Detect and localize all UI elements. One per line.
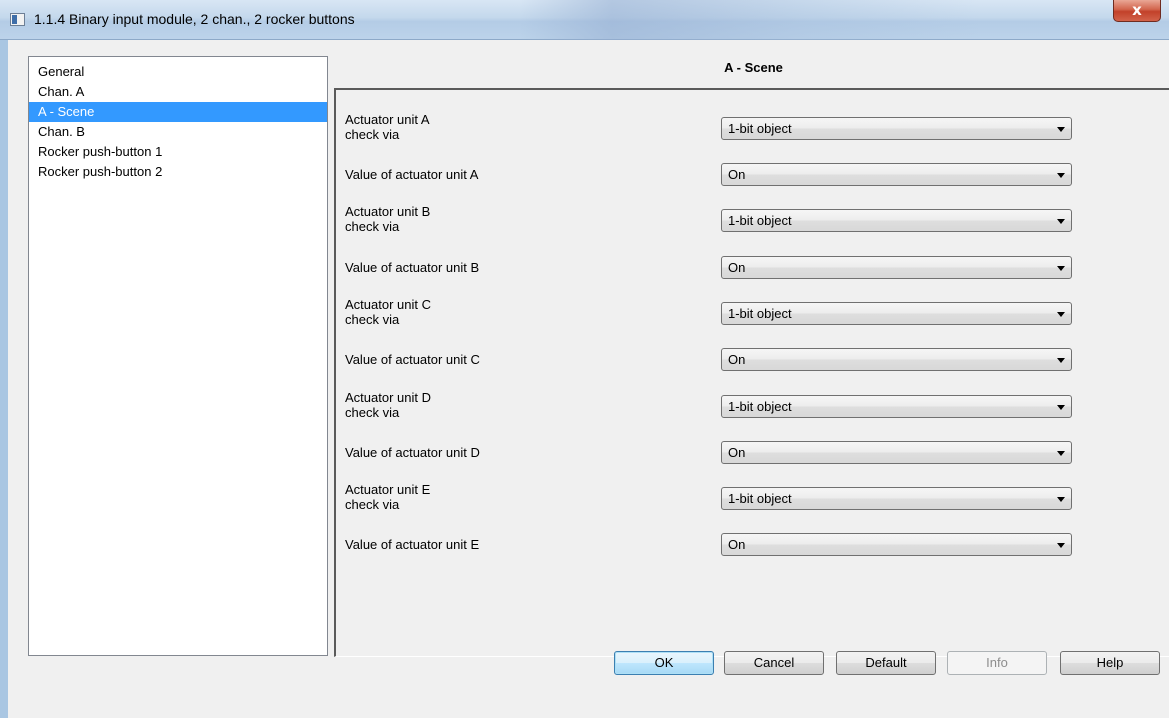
actuator-a-check-select[interactable]: 1-bit object (721, 117, 1072, 140)
param-label-line1: Value of actuator unit E (345, 537, 480, 552)
dropdown-arrow-icon (1057, 312, 1065, 317)
dropdown-arrow-icon (1057, 405, 1065, 410)
param-label: Actuator unit A check via (345, 112, 430, 142)
select-value: On (728, 260, 746, 275)
select-value: On (728, 167, 746, 182)
tree-item-chan-b[interactable]: Chan. B (29, 122, 327, 142)
param-label: Actuator unit E check via (345, 482, 430, 512)
select-value: On (728, 445, 746, 460)
param-label: Value of actuator unit E (345, 537, 479, 552)
ok-button[interactable]: OK (614, 651, 714, 675)
select-value: 1-bit object (728, 121, 792, 136)
param-label-line1: Value of actuator unit D (345, 445, 480, 460)
title-bar[interactable]: 1.1.4 Binary input module, 2 chan., 2 ro… (0, 0, 1169, 40)
select-value: 1-bit object (728, 306, 792, 321)
close-button[interactable]: x (1113, 0, 1161, 22)
actuator-d-check-select[interactable]: 1-bit object (721, 395, 1072, 418)
cancel-button[interactable]: Cancel (724, 651, 824, 675)
actuator-c-value-select[interactable]: On (721, 348, 1072, 371)
dialog-client-area: General Chan. A A - Scene Chan. B Rocker… (8, 40, 1169, 718)
tree-item-general[interactable]: General (29, 62, 327, 82)
param-label-line1: Actuator unit A (345, 112, 430, 127)
param-label-line2: check via (345, 312, 400, 327)
tree-item-rocker-push-button-1[interactable]: Rocker push-button 1 (29, 142, 327, 162)
dropdown-arrow-icon (1057, 358, 1065, 363)
tree-item-a-scene[interactable]: A - Scene (29, 102, 327, 122)
param-label-line2: check via (345, 127, 400, 142)
param-label-line2: check via (345, 405, 400, 420)
actuator-c-check-select[interactable]: 1-bit object (721, 302, 1072, 325)
param-label-line1: Actuator unit B (345, 204, 431, 219)
param-label-line2: check via (345, 219, 400, 234)
select-value: 1-bit object (728, 491, 792, 506)
dropdown-arrow-icon (1057, 543, 1065, 548)
actuator-a-value-select[interactable]: On (721, 163, 1072, 186)
dropdown-arrow-icon (1057, 266, 1065, 271)
dropdown-arrow-icon (1057, 451, 1065, 456)
dropdown-arrow-icon (1057, 497, 1065, 502)
actuator-d-value-select[interactable]: On (721, 441, 1072, 464)
select-value: On (728, 352, 746, 367)
parameter-tree[interactable]: General Chan. A A - Scene Chan. B Rocker… (28, 56, 328, 656)
param-label-line1: Value of actuator unit B (345, 260, 480, 275)
close-icon: x (1132, 1, 1142, 19)
actuator-b-check-select[interactable]: 1-bit object (721, 209, 1072, 232)
param-label-line1: Value of actuator unit C (345, 352, 480, 367)
param-label: Value of actuator unit A (345, 167, 478, 182)
default-button[interactable]: Default (836, 651, 936, 675)
select-value: On (728, 537, 746, 552)
param-label: Value of actuator unit D (345, 445, 480, 460)
param-label: Value of actuator unit B (345, 260, 479, 275)
info-button[interactable]: Info (947, 651, 1047, 675)
select-value: 1-bit object (728, 399, 792, 414)
actuator-b-value-select[interactable]: On (721, 256, 1072, 279)
window-title: 1.1.4 Binary input module, 2 chan., 2 ro… (34, 11, 355, 27)
window-icon (10, 13, 25, 26)
param-label-line2: check via (345, 497, 400, 512)
select-value: 1-bit object (728, 213, 792, 228)
actuator-e-value-select[interactable]: On (721, 533, 1072, 556)
param-label: Value of actuator unit C (345, 352, 480, 367)
help-button[interactable]: Help (1060, 651, 1160, 675)
tree-item-rocker-push-button-2[interactable]: Rocker push-button 2 (29, 162, 327, 182)
param-label-line1: Value of actuator unit A (345, 167, 479, 182)
param-label-line1: Actuator unit E (345, 482, 431, 497)
param-label: Actuator unit C check via (345, 297, 431, 327)
actuator-e-check-select[interactable]: 1-bit object (721, 487, 1072, 510)
dropdown-arrow-icon (1057, 173, 1065, 178)
param-label: Actuator unit D check via (345, 390, 431, 420)
dropdown-arrow-icon (1057, 127, 1065, 132)
param-label: Actuator unit B check via (345, 204, 430, 234)
dropdown-arrow-icon (1057, 219, 1065, 224)
tree-item-chan-a[interactable]: Chan. A (29, 82, 327, 102)
param-label-line1: Actuator unit D (345, 390, 431, 405)
param-label-line1: Actuator unit C (345, 297, 431, 312)
page-title: A - Scene (724, 60, 783, 75)
